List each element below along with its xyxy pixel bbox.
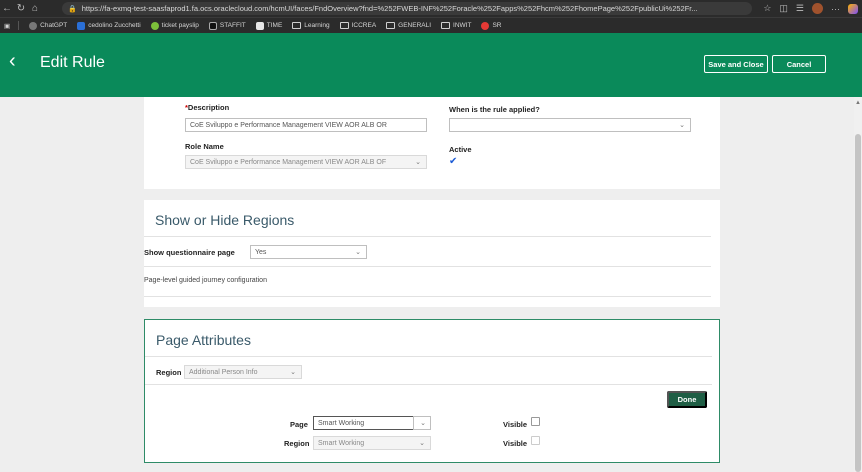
role-name-label: Role Name — [185, 142, 224, 151]
zucchetti-icon — [77, 21, 86, 30]
role-name-select[interactable]: CoE Sviluppo e Performance Management VI… — [185, 155, 427, 169]
chevron-down-icon: ⌄ — [419, 440, 425, 447]
when-applied-label: When is the rule applied? — [449, 105, 540, 114]
bookmark-chatgpt[interactable]: ChatGPT — [29, 21, 67, 30]
payslip-icon — [150, 21, 159, 30]
region2-label: Region — [284, 439, 310, 448]
active-label: Active — [449, 145, 472, 154]
favorites-icon[interactable]: ☰ — [796, 3, 804, 14]
split-screen-icon[interactable]: ◫ — [779, 3, 788, 14]
chevron-down-icon: ⌄ — [355, 249, 361, 256]
description-label: *Description — [185, 103, 230, 112]
divider — [145, 356, 712, 357]
divider — [144, 296, 711, 297]
bookmark-generali[interactable]: GENERALI — [386, 22, 431, 29]
region-visible-checkbox[interactable] — [531, 436, 540, 445]
cancel-button[interactable]: Cancel — [772, 55, 826, 73]
address-bar[interactable]: 🔒 https://fa-exmq-test-saasfaprod1.fa.oc… — [62, 2, 752, 15]
bookmark-sr[interactable]: SR — [481, 21, 501, 30]
description-input[interactable]: CoE Sviluppo e Performance Management VI… — [185, 118, 427, 132]
more-icon[interactable]: ··· — [831, 4, 840, 14]
bookmarks-bar: ▣ ChatGPT cedolino Zucchetti ticket pays… — [0, 17, 862, 33]
back-nav-icon[interactable]: ← — [0, 3, 14, 14]
chevron-down-icon: ⌄ — [679, 122, 685, 129]
region-label: Region — [156, 368, 182, 377]
chevron-down-icon: ⌄ — [290, 369, 296, 376]
save-and-close-button[interactable]: Save and Close — [704, 55, 768, 73]
profile-avatar[interactable] — [812, 3, 823, 14]
page-title: Edit Rule — [40, 54, 105, 71]
region-visible-label: Visible — [503, 439, 528, 448]
divider — [145, 384, 712, 385]
browser-toolbar: ← ↻ ⌂ 🔒 https://fa-exmq-test-saasfaprod1… — [0, 0, 862, 17]
folder-icon — [339, 22, 349, 29]
section-title: Page Attributes — [156, 332, 251, 348]
done-button[interactable]: Done — [667, 391, 707, 408]
page-attributes-card: Page Attributes Region Additional Person… — [144, 319, 720, 463]
bookmark-iccrea[interactable]: ICCREA — [339, 22, 376, 29]
sr-icon — [481, 21, 490, 30]
chevron-down-icon: ⌄ — [420, 420, 426, 427]
scrollbar-thumb[interactable] — [855, 134, 861, 472]
bookmark-time[interactable]: TIME — [255, 21, 282, 30]
config-text: Page-level guided journey configuration — [144, 277, 267, 284]
bookmark-ticket-payslip[interactable]: ticket payslip — [150, 21, 199, 30]
refresh-icon[interactable]: ↻ — [14, 3, 28, 14]
section-title: Show or Hide Regions — [155, 212, 295, 228]
divider — [144, 266, 711, 267]
folder-icon — [292, 22, 302, 29]
bookmark-separator — [18, 21, 20, 30]
page-dropdown-toggle[interactable]: ⌄ — [413, 416, 431, 430]
page-label: Page — [290, 420, 308, 429]
active-checkbox[interactable]: ✔ — [449, 157, 457, 167]
chevron-down-icon: ⌄ — [415, 159, 421, 166]
bookmark-staffit[interactable]: STAFFIT — [208, 21, 246, 30]
scroll-up-icon[interactable]: ▲ — [855, 100, 861, 106]
bookmark-apps-icon[interactable]: ▣ — [4, 22, 10, 30]
copilot-icon[interactable] — [848, 3, 858, 14]
staffit-icon — [208, 21, 217, 30]
chatgpt-icon — [29, 21, 38, 30]
browser-actions: ☆ ◫ ☰ ··· — [763, 0, 858, 17]
region-select[interactable]: Additional Person Info ⌄ — [184, 365, 302, 379]
bookmark-cedolino[interactable]: cedolino Zucchetti — [77, 21, 141, 30]
bookmark-inwit[interactable]: INWIT — [441, 22, 471, 29]
questionnaire-label: Show questionnaire page — [144, 248, 235, 257]
show-hide-regions-card: Show or Hide Regions Show questionnaire … — [144, 200, 720, 307]
url-text: https://fa-exmq-test-saasfaprod1.fa.ocs.… — [81, 4, 698, 13]
region2-select[interactable]: Smart Working ⌄ — [313, 436, 431, 450]
divider — [144, 236, 711, 237]
rule-details-card: *Description CoE Sviluppo e Performance … — [144, 97, 720, 189]
folder-icon — [386, 22, 396, 29]
star-icon[interactable]: ☆ — [763, 3, 771, 14]
home-icon[interactable]: ⌂ — [28, 3, 42, 14]
lock-icon: 🔒 — [68, 5, 77, 13]
page-visible-checkbox[interactable] — [531, 417, 540, 426]
bookmark-learning[interactable]: Learning — [292, 22, 330, 29]
questionnaire-select[interactable]: Yes ⌄ — [250, 245, 367, 259]
app-header: ‹ Edit Rule Save and Close Cancel — [0, 33, 862, 97]
time-icon — [255, 21, 264, 30]
folder-icon — [441, 22, 451, 29]
chevron-left-icon[interactable]: ‹ — [9, 51, 16, 71]
page-visible-label: Visible — [503, 420, 528, 429]
page-select[interactable]: Smart Working — [313, 416, 414, 430]
when-applied-select[interactable]: ⌄ — [449, 118, 691, 132]
